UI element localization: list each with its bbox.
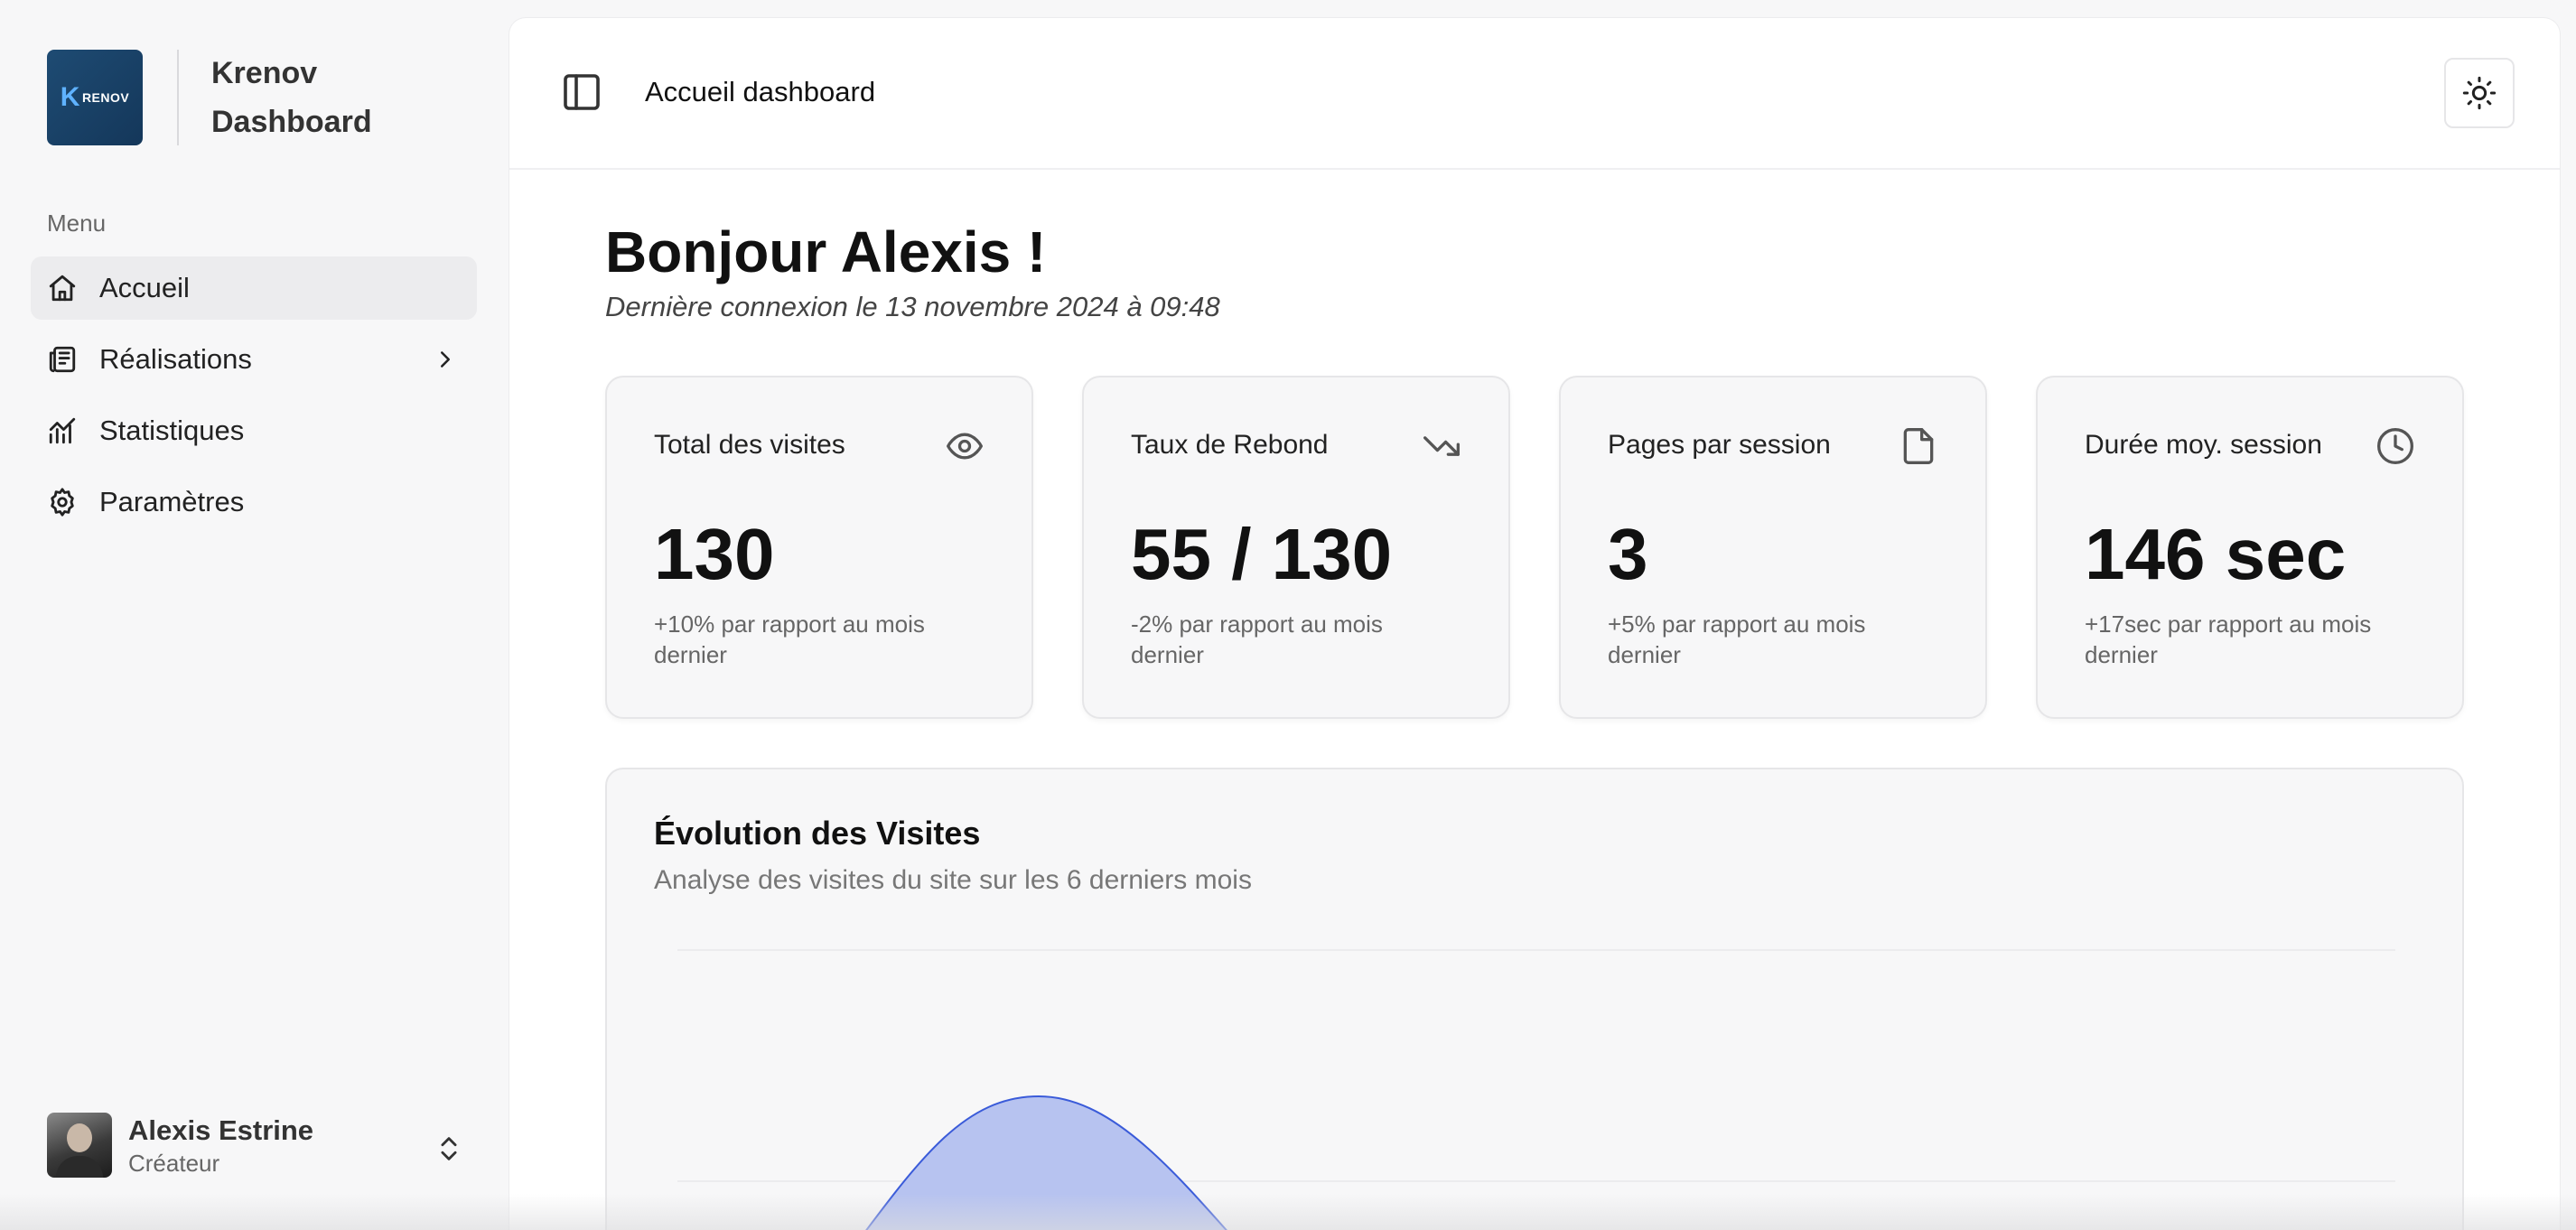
sidebar-item-label: Accueil <box>99 272 190 303</box>
stat-card-note: +5% par rapport au mois dernier <box>1608 610 1866 668</box>
user-role: Créateur <box>128 1150 220 1177</box>
sidebar-nav: Accueil Réalisations Statistiques Paramè… <box>31 256 477 542</box>
sidebar-item-realisations[interactable]: Réalisations <box>31 328 477 391</box>
stat-card-note: -2% par rapport au mois dernier <box>1131 610 1383 668</box>
sidebar-toggle-icon[interactable] <box>560 70 603 114</box>
stat-card-value: 3 <box>1608 514 1648 594</box>
avatar <box>47 1113 112 1178</box>
sidebar-item-parametres[interactable]: Paramètres <box>31 471 477 534</box>
sidebar-item-label: Réalisations <box>99 343 252 375</box>
logo-text: RENOV <box>81 90 130 105</box>
gear-icon <box>51 488 74 517</box>
stat-card-duration: Durée moy. session 146 sec +17sec par ra… <box>2036 376 2464 719</box>
stat-card-bounce: Taux de Rebond 55 / 130 -2% par rapport … <box>1082 376 1510 719</box>
chart-line-icon <box>49 417 76 444</box>
visits-area <box>866 1096 1227 1230</box>
sidebar: K RENOV Krenov Dashboard Menu Accueil Ré… <box>0 0 508 1230</box>
stat-card-note: +10% par rapport au mois dernier <box>654 610 925 668</box>
visits-chart-card: Évolution des Visites Analyse des visite… <box>605 768 2464 1230</box>
main-panel: Accueil dashboard Bonjour Alexis ! Derni… <box>509 18 2560 1230</box>
stat-card-value: 146 sec <box>2085 514 2347 594</box>
chart-title: Évolution des Visites <box>654 815 981 852</box>
file-icon <box>1903 428 1934 464</box>
sidebar-item-label: Statistiques <box>99 415 245 446</box>
brand-name-line1: Krenov <box>211 56 318 90</box>
stat-card-note: +17sec par rapport au mois dernier <box>2085 610 2372 668</box>
greeting-title: Bonjour Alexis ! <box>605 219 1047 284</box>
page-title: Accueil dashboard <box>645 76 876 107</box>
last-login: Dernière connexion le 13 novembre 2024 à… <box>605 291 1220 322</box>
theme-toggle-button[interactable] <box>2444 58 2515 128</box>
stat-card-pages: Pages par session 3 +5% par rapport au m… <box>1559 376 1987 719</box>
user-menu[interactable]: Alexis Estrine Créateur <box>47 1113 464 1178</box>
brand-name-line2: Dashboard <box>211 105 372 139</box>
newspaper-icon <box>49 346 76 373</box>
user-name: Alexis Estrine <box>128 1114 314 1146</box>
app: K RENOV Krenov Dashboard Menu Accueil Ré… <box>0 0 2576 1230</box>
chart-subtitle: Analyse des visites du site sur les 6 de… <box>654 865 1252 895</box>
sidebar-item-accueil[interactable]: Accueil <box>31 256 477 320</box>
brand-logo: K RENOV <box>47 50 143 145</box>
topbar: Accueil dashboard <box>509 18 2560 170</box>
sidebar-item-label: Paramètres <box>99 486 245 517</box>
brand-divider <box>177 50 179 145</box>
stat-card-title: Taux de Rebond <box>1131 430 1329 460</box>
stat-card-value: 55 / 130 <box>1131 514 1393 594</box>
brand-name: Krenov Dashboard <box>211 49 410 146</box>
stat-card-visits: Total des visites 130 +10% par rapport a… <box>605 376 1033 719</box>
sidebar-item-statistiques[interactable]: Statistiques <box>31 399 477 462</box>
menu-label: Menu <box>47 210 107 237</box>
stat-card-title: Pages par session <box>1608 430 1831 460</box>
chevron-right-icon[interactable] <box>432 346 459 373</box>
clock-icon <box>2377 428 2413 464</box>
user-info: Alexis Estrine Créateur <box>128 1113 313 1178</box>
logo-letter: K <box>60 82 80 112</box>
stat-card-title: Total des visites <box>654 430 845 460</box>
home-icon <box>49 275 76 302</box>
trending-down-icon <box>1423 436 1460 456</box>
eye-icon <box>947 433 983 460</box>
sun-icon <box>2462 76 2497 110</box>
stat-card-value: 130 <box>654 514 775 594</box>
stat-card-title: Durée moy. session <box>2085 430 2322 460</box>
chevrons-up-down-icon[interactable] <box>434 1131 464 1167</box>
brand[interactable]: K RENOV Krenov Dashboard <box>47 50 410 145</box>
